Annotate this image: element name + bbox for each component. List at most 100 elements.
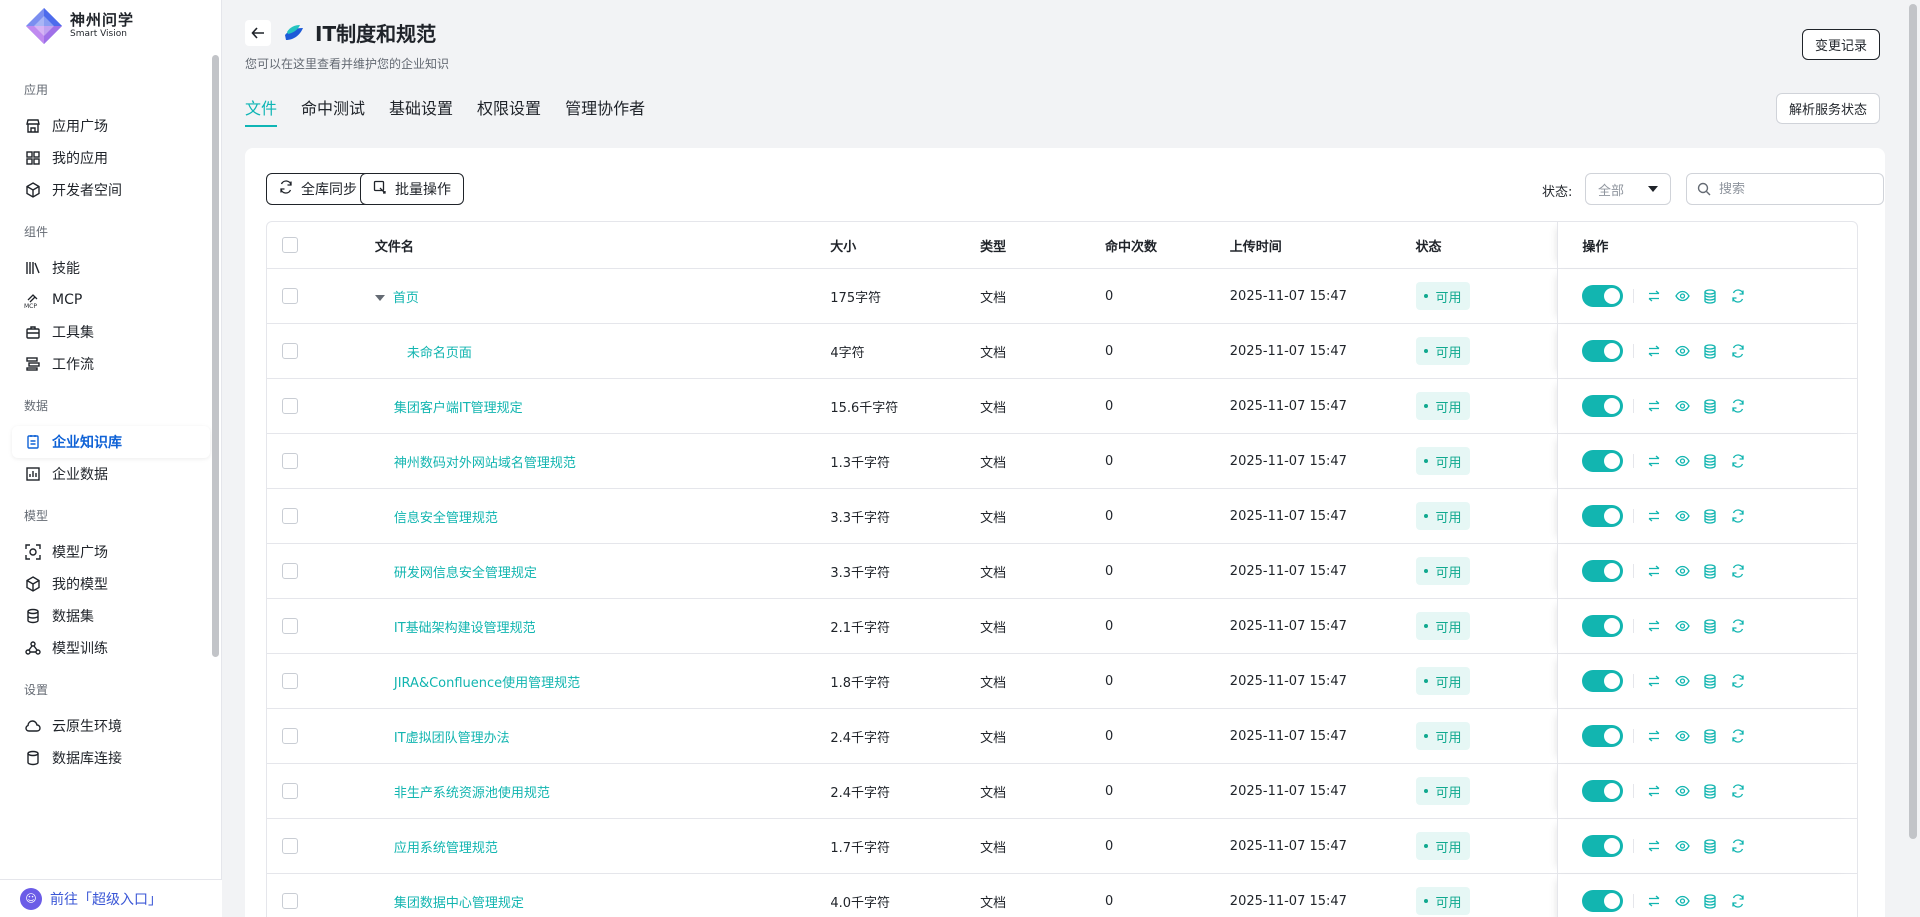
swap-action-button[interactable] xyxy=(1646,618,1662,634)
sidebar-item-my-models[interactable]: 我的模型 xyxy=(12,568,210,600)
preview-action-button[interactable] xyxy=(1674,673,1690,689)
enable-toggle[interactable] xyxy=(1582,505,1624,527)
tab-collaborators[interactable]: 管理协作者 xyxy=(565,95,645,123)
page-scrollbar[interactable] xyxy=(1908,0,1918,917)
search-box[interactable] xyxy=(1686,173,1884,205)
batch-operation-button[interactable]: 批量操作 xyxy=(360,173,464,205)
file-name-link[interactable]: 信息安全管理规范 xyxy=(394,511,498,526)
segments-action-button[interactable] xyxy=(1702,563,1718,579)
sync-all-button[interactable]: 全库同步 xyxy=(266,173,370,205)
swap-action-button[interactable] xyxy=(1646,288,1662,304)
preview-action-button[interactable] xyxy=(1674,398,1690,414)
enable-toggle[interactable] xyxy=(1582,340,1624,362)
segments-action-button[interactable] xyxy=(1702,838,1718,854)
enable-toggle[interactable] xyxy=(1582,780,1624,802)
preview-action-button[interactable] xyxy=(1674,343,1690,359)
segments-action-button[interactable] xyxy=(1702,398,1718,414)
segments-action-button[interactable] xyxy=(1702,673,1718,689)
swap-action-button[interactable] xyxy=(1646,508,1662,524)
sidebar-item-app-store[interactable]: 应用广场 xyxy=(12,110,210,142)
row-checkbox[interactable] xyxy=(282,288,298,304)
enable-toggle[interactable] xyxy=(1582,615,1624,637)
segments-action-button[interactable] xyxy=(1702,343,1718,359)
segments-action-button[interactable] xyxy=(1702,508,1718,524)
resync-action-button[interactable] xyxy=(1730,728,1746,744)
preview-action-button[interactable] xyxy=(1674,618,1690,634)
sidebar-scrollbar-thumb[interactable] xyxy=(212,55,219,657)
segments-action-button[interactable] xyxy=(1702,453,1718,469)
brand-logo[interactable]: 神州问学 Smart Vision xyxy=(0,0,221,52)
resync-action-button[interactable] xyxy=(1730,343,1746,359)
sidebar-item-workflow[interactable]: 工作流 xyxy=(12,348,210,380)
back-button[interactable] xyxy=(245,19,271,46)
sidebar-item-toolset[interactable]: 工具集 xyxy=(12,316,210,348)
sidebar-item-model-square[interactable]: 模型广场 xyxy=(12,536,210,568)
tab-hit-test[interactable]: 命中测试 xyxy=(301,95,365,123)
swap-action-button[interactable] xyxy=(1646,893,1662,909)
resync-action-button[interactable] xyxy=(1730,673,1746,689)
swap-action-button[interactable] xyxy=(1646,563,1662,579)
preview-action-button[interactable] xyxy=(1674,838,1690,854)
resync-action-button[interactable] xyxy=(1730,783,1746,799)
enable-toggle[interactable] xyxy=(1582,890,1624,912)
status-filter-select[interactable]: 全部 xyxy=(1585,173,1671,205)
tab-files[interactable]: 文件 xyxy=(245,95,278,127)
swap-action-button[interactable] xyxy=(1646,838,1662,854)
preview-action-button[interactable] xyxy=(1674,728,1690,744)
tab-basic-settings[interactable]: 基础设置 xyxy=(389,95,453,123)
swap-action-button[interactable] xyxy=(1646,453,1662,469)
row-checkbox[interactable] xyxy=(282,618,298,634)
sidebar-item-mcp[interactable]: MCP MCP xyxy=(12,284,210,316)
parse-service-status-button[interactable]: 解析服务状态 xyxy=(1775,93,1880,124)
file-name-link[interactable]: IT基础架构建设管理规范 xyxy=(394,621,536,636)
swap-action-button[interactable] xyxy=(1646,343,1662,359)
row-checkbox[interactable] xyxy=(282,838,298,854)
row-checkbox[interactable] xyxy=(282,673,298,689)
resync-action-button[interactable] xyxy=(1730,288,1746,304)
super-entry-link[interactable]: ☺ 前往「超级入口」 xyxy=(0,879,222,917)
enable-toggle[interactable] xyxy=(1582,560,1624,582)
file-name-link[interactable]: 首页 xyxy=(393,291,419,306)
preview-action-button[interactable] xyxy=(1674,563,1690,579)
segments-action-button[interactable] xyxy=(1702,288,1718,304)
change-log-button[interactable]: 变更记录 xyxy=(1801,29,1880,60)
file-name-link[interactable]: 神州数码对外网站域名管理规范 xyxy=(394,456,576,471)
search-input[interactable] xyxy=(1719,181,1869,197)
file-name-link[interactable]: 研发网信息安全管理规定 xyxy=(394,566,537,581)
file-name-link[interactable]: 未命名页面 xyxy=(407,346,472,361)
sidebar-item-enterprise-data[interactable]: 企业数据 xyxy=(12,458,210,490)
segments-action-button[interactable] xyxy=(1702,893,1718,909)
preview-action-button[interactable] xyxy=(1674,288,1690,304)
resync-action-button[interactable] xyxy=(1730,838,1746,854)
sidebar-item-cloud-native[interactable]: 云原生环境 xyxy=(12,710,210,742)
sidebar-item-my-apps[interactable]: 我的应用 xyxy=(12,142,210,174)
select-all-checkbox[interactable] xyxy=(282,237,298,253)
page-scrollbar-thumb[interactable] xyxy=(1909,4,1917,839)
enable-toggle[interactable] xyxy=(1582,835,1624,857)
resync-action-button[interactable] xyxy=(1730,893,1746,909)
resync-action-button[interactable] xyxy=(1730,398,1746,414)
swap-action-button[interactable] xyxy=(1646,728,1662,744)
row-checkbox[interactable] xyxy=(282,728,298,744)
preview-action-button[interactable] xyxy=(1674,783,1690,799)
expand-caret-icon[interactable] xyxy=(374,295,385,301)
row-checkbox[interactable] xyxy=(282,398,298,414)
segments-action-button[interactable] xyxy=(1702,728,1718,744)
preview-action-button[interactable] xyxy=(1674,453,1690,469)
tab-permissions[interactable]: 权限设置 xyxy=(477,95,541,123)
swap-action-button[interactable] xyxy=(1646,783,1662,799)
sidebar-item-skills[interactable]: 技能 xyxy=(12,252,210,284)
resync-action-button[interactable] xyxy=(1730,618,1746,634)
segments-action-button[interactable] xyxy=(1702,618,1718,634)
row-checkbox[interactable] xyxy=(282,453,298,469)
enable-toggle[interactable] xyxy=(1582,285,1624,307)
file-name-link[interactable]: 应用系统管理规范 xyxy=(394,841,498,856)
preview-action-button[interactable] xyxy=(1674,508,1690,524)
enable-toggle[interactable] xyxy=(1582,670,1624,692)
file-name-link[interactable]: 非生产系统资源池使用规范 xyxy=(394,786,550,801)
swap-action-button[interactable] xyxy=(1646,673,1662,689)
resync-action-button[interactable] xyxy=(1730,508,1746,524)
file-name-link[interactable]: 集团数据中心管理规定 xyxy=(394,896,524,911)
file-name-link[interactable]: 集团客户端IT管理规定 xyxy=(394,401,523,416)
sidebar-item-db-connection[interactable]: 数据库连接 xyxy=(12,742,210,774)
